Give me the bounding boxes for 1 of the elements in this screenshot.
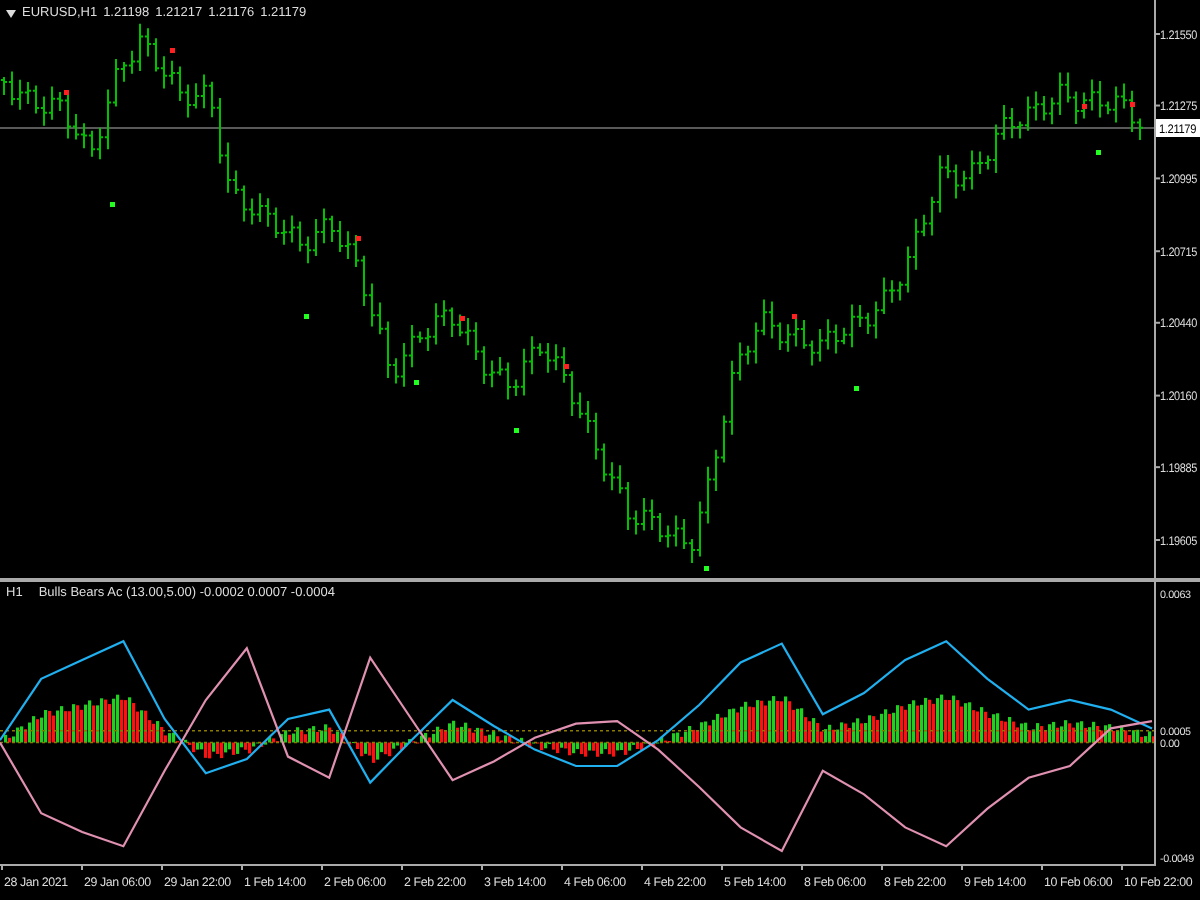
dropdown-triangle-icon[interactable] bbox=[6, 9, 16, 17]
